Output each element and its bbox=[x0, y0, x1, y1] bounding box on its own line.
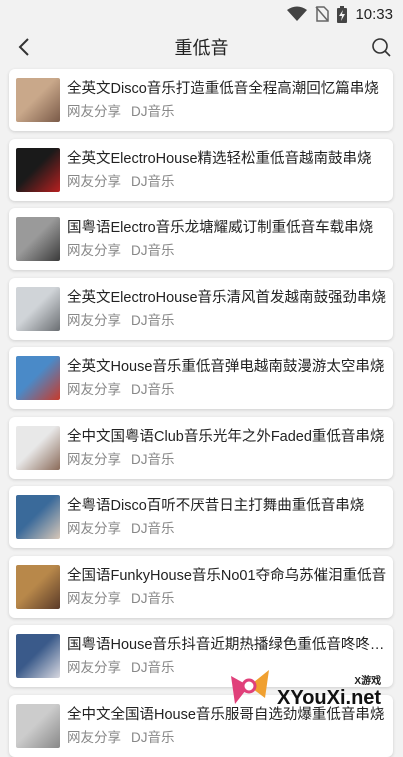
back-arrow-icon[interactable] bbox=[12, 35, 36, 59]
list-item[interactable]: 全国语FunkyHouse音乐No01夺命乌苏催泪重低音网友分享 DJ音乐 bbox=[9, 556, 393, 618]
watermark-logo-icon bbox=[227, 664, 273, 710]
item-source: 网友分享 bbox=[67, 730, 121, 746]
item-category: DJ音乐 bbox=[131, 521, 175, 537]
watermark-big-text: XYouXi.net bbox=[277, 687, 381, 710]
thumbnail-image bbox=[16, 495, 60, 539]
item-source: 网友分享 bbox=[67, 660, 121, 676]
list-item[interactable]: 全粤语Disco百听不厌昔日主打舞曲重低音串烧网友分享 DJ音乐 bbox=[9, 486, 393, 548]
item-title: 国粤语House音乐抖音近期热播绿色重低音咚咚串烧 bbox=[67, 636, 389, 654]
item-category: DJ音乐 bbox=[131, 382, 175, 398]
item-category: DJ音乐 bbox=[131, 660, 175, 676]
list-item[interactable]: 全英文ElectroHouse精选轻松重低音越南鼓串烧网友分享 DJ音乐 bbox=[9, 139, 393, 201]
thumbnail-image bbox=[16, 356, 60, 400]
item-category: DJ音乐 bbox=[131, 174, 175, 190]
no-sim-icon bbox=[315, 6, 329, 22]
item-title: 全粤语Disco百听不厌昔日主打舞曲重低音串烧 bbox=[67, 497, 389, 515]
page-title: 重低音 bbox=[175, 34, 229, 60]
item-source: 网友分享 bbox=[67, 313, 121, 329]
list-item[interactable]: 全英文ElectroHouse音乐清风首发越南鼓强劲串烧网友分享 DJ音乐 bbox=[9, 278, 393, 340]
watermark-small-text: X游戏 bbox=[354, 672, 381, 687]
item-title: 全英文ElectroHouse精选轻松重低音越南鼓串烧 bbox=[67, 150, 389, 168]
item-source: 网友分享 bbox=[67, 591, 121, 607]
site-watermark: X游戏 XYouXi.net bbox=[227, 654, 397, 710]
status-bar: 10:33 bbox=[0, 0, 403, 28]
item-title: 全中文国粤语Club音乐光年之外Faded重低音串烧 bbox=[67, 428, 389, 446]
item-category: DJ音乐 bbox=[131, 591, 175, 607]
item-title: 国粤语Electro音乐龙塘耀威订制重低音车载串烧 bbox=[67, 219, 389, 237]
thumbnail-image bbox=[16, 217, 60, 261]
item-title: 全英文Disco音乐打造重低音全程高潮回忆篇串烧 bbox=[67, 80, 389, 98]
wifi-icon bbox=[287, 6, 307, 22]
thumbnail-image bbox=[16, 426, 60, 470]
item-source: 网友分享 bbox=[67, 104, 121, 120]
list-item[interactable]: 全英文Disco音乐打造重低音全程高潮回忆篇串烧网友分享 DJ音乐 bbox=[9, 69, 393, 131]
battery-charging-icon bbox=[337, 6, 347, 23]
clock: 10:33 bbox=[355, 6, 393, 23]
item-category: DJ音乐 bbox=[131, 730, 175, 746]
thumbnail-image bbox=[16, 565, 60, 609]
item-category: DJ音乐 bbox=[131, 313, 175, 329]
thumbnail-image bbox=[16, 634, 60, 678]
thumbnail-image bbox=[16, 148, 60, 192]
item-source: 网友分享 bbox=[67, 243, 121, 259]
item-title: 全英文ElectroHouse音乐清风首发越南鼓强劲串烧 bbox=[67, 289, 389, 307]
item-category: DJ音乐 bbox=[131, 452, 175, 468]
list-item[interactable]: 全中文国粤语Club音乐光年之外Faded重低音串烧网友分享 DJ音乐 bbox=[9, 417, 393, 479]
item-category: DJ音乐 bbox=[131, 104, 175, 120]
item-category: DJ音乐 bbox=[131, 243, 175, 259]
list-item[interactable]: 国粤语Electro音乐龙塘耀威订制重低音车载串烧网友分享 DJ音乐 bbox=[9, 208, 393, 270]
thumbnail-image bbox=[16, 78, 60, 122]
item-title: 全国语FunkyHouse音乐No01夺命乌苏催泪重低音 bbox=[67, 567, 389, 585]
item-title: 全英文House音乐重低音弹电越南鼓漫游太空串烧 bbox=[67, 358, 389, 376]
item-source: 网友分享 bbox=[67, 382, 121, 398]
search-icon[interactable] bbox=[369, 35, 393, 59]
list-item[interactable]: 全英文House音乐重低音弹电越南鼓漫游太空串烧网友分享 DJ音乐 bbox=[9, 347, 393, 409]
item-source: 网友分享 bbox=[67, 174, 121, 190]
app-bar: 重低音 bbox=[0, 28, 403, 66]
thumbnail-image bbox=[16, 704, 60, 748]
item-source: 网友分享 bbox=[67, 521, 121, 537]
item-source: 网友分享 bbox=[67, 452, 121, 468]
thumbnail-image bbox=[16, 287, 60, 331]
